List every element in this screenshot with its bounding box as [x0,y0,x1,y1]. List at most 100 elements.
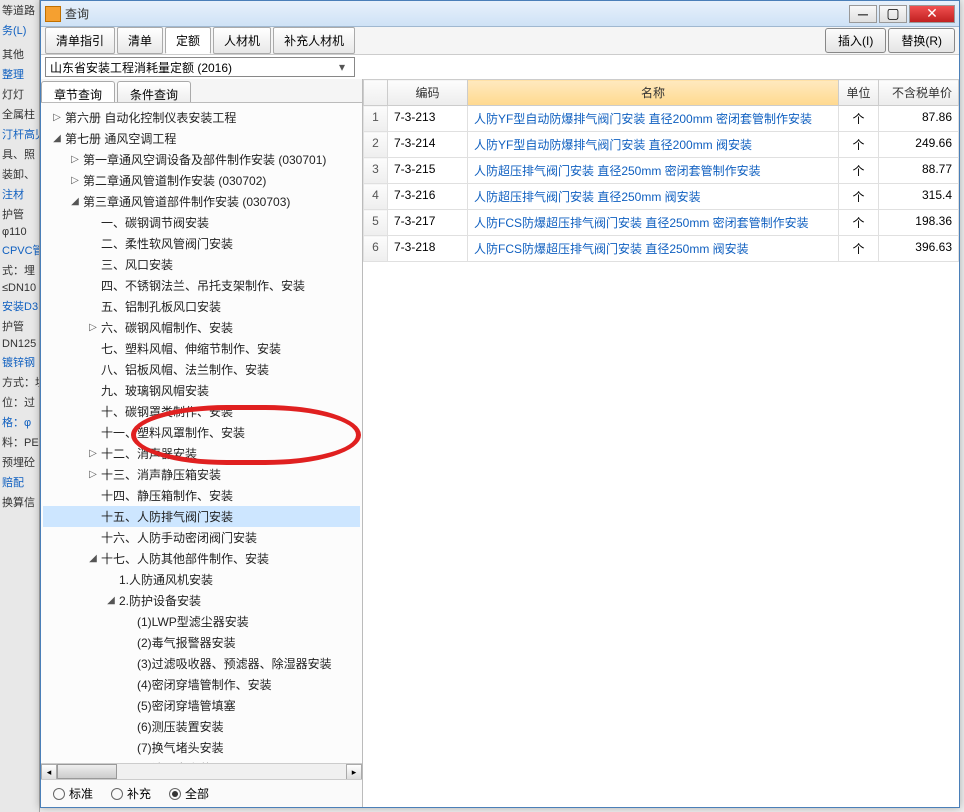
tree-bullet [87,532,99,544]
tree-view[interactable]: ▷第六册 自动化控制仪表安装工程◢第七册 通风空调工程▷第一章通风空调设备及部件… [41,103,362,763]
quota-dropdown[interactable]: 山东省安装工程消耗量定额 (2016) ▾ [45,57,355,77]
tree-item[interactable]: 一、碳钢调节阀安装 [43,212,360,233]
tree-item-label: (7)换气堵头安装 [137,739,224,756]
tree-item[interactable]: (1)LWP型滤尘器安装 [43,611,360,632]
tree-item[interactable]: ▷十三、消声静压箱安装 [43,464,360,485]
radio-option[interactable]: 补充 [111,785,151,802]
tree-item[interactable]: 十四、静压箱制作、安装 [43,485,360,506]
tree-item[interactable]: 二、柔性软风管阀门安装 [43,233,360,254]
tree-item[interactable]: (3)过滤吸收器、预滤器、除湿器安装 [43,653,360,674]
content-area: 章节查询条件查询 ▷第六册 自动化控制仪表安装工程◢第七册 通风空调工程▷第一章… [41,79,959,807]
left-partial-item: 整理 [0,64,39,84]
main-window: 查询 ─ ▢ ✕ 清单指引清单定额人材机补充人材机 插入(I) 替换(R) 山东… [40,0,960,808]
col-price[interactable]: 不含税单价 [879,80,959,106]
horizontal-scrollbar[interactable]: ◂ ▸ [41,763,362,779]
tree-item[interactable]: 1.人防通风机安装 [43,569,360,590]
chevron-down-icon: ▾ [334,60,350,74]
tree-item[interactable]: (2)毒气报警器安装 [43,632,360,653]
table-row[interactable]: 27-3-214人防YF型自动防爆排气阀门安装 直径200mm 阀安装个249.… [364,132,959,158]
expand-icon[interactable]: ▷ [51,112,63,124]
table-row[interactable]: 47-3-216人防超压排气阀门安装 直径250mm 阀安装个315.4 [364,184,959,210]
cell-code: 7-3-217 [388,210,468,236]
left-partial-item: 格：φ [0,412,39,432]
tree-item[interactable]: (7)换气堵头安装 [43,737,360,758]
app-icon [45,6,61,22]
toolbar-tab[interactable]: 清单指引 [45,27,115,54]
tree-item[interactable]: 五、铝制孔板风口安装 [43,296,360,317]
cell-name: 人防超压排气阀门安装 直径250mm 阀安装 [468,184,839,210]
collapse-icon[interactable]: ◢ [105,595,117,607]
tree-item[interactable]: 十、碳钢罩类制作、安装 [43,401,360,422]
tree-item[interactable]: (6)测压装置安装 [43,716,360,737]
tree-item-label: (6)测压装置安装 [137,718,224,735]
cell-name: 人防YF型自动防爆排气阀门安装 直径200mm 密闭套管制作安装 [468,106,839,132]
toolbar-tab[interactable]: 清单 [117,27,163,54]
tree-item[interactable]: ◢第三章通风管道部件制作安装 (030703) [43,191,360,212]
toolbar-tab[interactable]: 定额 [165,27,211,54]
expand-icon[interactable]: ▷ [69,175,81,187]
table-row[interactable]: 37-3-215人防超压排气阀门安装 直径250mm 密闭套管制作安装个88.7… [364,158,959,184]
tree-item-label: 十三、消声静压箱安装 [101,466,221,483]
tree-item[interactable]: 八、铝板风帽、法兰制作、安装 [43,359,360,380]
tree-bullet [87,259,99,271]
cell-unit: 个 [839,210,879,236]
minimize-button[interactable]: ─ [849,5,877,23]
tree-item[interactable]: ▷第六册 自动化控制仪表安装工程 [43,107,360,128]
table-row[interactable]: 67-3-218人防FCS防爆超压排气阀门安装 直径250mm 阀安装个396.… [364,236,959,262]
tree-item[interactable]: 三、风口安装 [43,254,360,275]
collapse-icon[interactable]: ◢ [87,553,99,565]
tree-item-label: 第六册 自动化控制仪表安装工程 [65,109,236,126]
toolbar-tab[interactable]: 补充人材机 [273,27,355,54]
expand-icon[interactable]: ▷ [87,322,99,334]
col-code[interactable]: 编码 [388,80,468,106]
tree-item[interactable]: 十五、人防排气阀门安装 [43,506,360,527]
tree-item[interactable]: (4)密闭穿墙管制作、安装 [43,674,360,695]
cell-price: 396.63 [879,236,959,262]
close-button[interactable]: ✕ [909,5,955,23]
tree-item-label: (2)毒气报警器安装 [137,634,236,651]
collapse-icon[interactable]: ◢ [69,196,81,208]
tree-item[interactable]: ◢第七册 通风空调工程 [43,128,360,149]
tree-item[interactable]: (8)波导窗安装 [43,758,360,763]
toolbar-tab[interactable]: 人材机 [213,27,271,54]
tree-item-label: 一、碳钢调节阀安装 [101,214,209,231]
tree-bullet [123,700,135,712]
expand-icon[interactable]: ▷ [87,448,99,460]
cell-unit: 个 [839,106,879,132]
tree-item[interactable]: ▷第一章通风空调设备及部件制作安装 (030701) [43,149,360,170]
maximize-button[interactable]: ▢ [879,5,907,23]
tree-item[interactable]: (5)密闭穿墙管填塞 [43,695,360,716]
tree-item[interactable]: 十一、塑料风罩制作、安装 [43,422,360,443]
scroll-left-button[interactable]: ◂ [41,764,57,780]
radio-option[interactable]: 全部 [169,785,209,802]
replace-button[interactable]: 替换(R) [888,28,955,53]
tree-item-label: 1.人防通风机安装 [119,571,213,588]
tree-item[interactable]: ▷十二、消声器安装 [43,443,360,464]
tree-item[interactable]: 七、塑料风帽、伸缩节制作、安装 [43,338,360,359]
tree-item[interactable]: ▷六、碳钢风帽制作、安装 [43,317,360,338]
insert-button[interactable]: 插入(I) [825,28,886,53]
sub-tab[interactable]: 条件查询 [117,81,191,102]
col-name[interactable]: 名称 [468,80,839,106]
col-rownum [364,80,388,106]
tree-item[interactable]: 四、不锈钢法兰、吊托支架制作、安装 [43,275,360,296]
scroll-right-button[interactable]: ▸ [346,764,362,780]
scrollbar-track[interactable] [57,764,346,779]
table-row[interactable]: 17-3-213人防YF型自动防爆排气阀门安装 直径200mm 密闭套管制作安装… [364,106,959,132]
sub-tab[interactable]: 章节查询 [41,81,115,102]
table-row[interactable]: 57-3-217人防FCS防爆超压排气阀门安装 直径250mm 密闭套管制作安装… [364,210,959,236]
results-table: 编码 名称 单位 不含税单价 17-3-213人防YF型自动防爆排气阀门安装 直… [363,79,959,262]
col-unit[interactable]: 单位 [839,80,879,106]
tree-item[interactable]: ▷第二章通风管道制作安装 (030702) [43,170,360,191]
tree-item[interactable]: 九、玻璃钢风帽安装 [43,380,360,401]
scrollbar-thumb[interactable] [57,764,117,779]
tree-item[interactable]: ◢十七、人防其他部件制作、安装 [43,548,360,569]
tree-item-label: 十六、人防手动密闭阀门安装 [101,529,257,546]
cell-name: 人防FCS防爆超压排气阀门安装 直径250mm 密闭套管制作安装 [468,210,839,236]
expand-icon[interactable]: ▷ [87,469,99,481]
tree-item[interactable]: 十六、人防手动密闭阀门安装 [43,527,360,548]
tree-item[interactable]: ◢2.防护设备安装 [43,590,360,611]
radio-option[interactable]: 标准 [53,785,93,802]
collapse-icon[interactable]: ◢ [51,133,63,145]
expand-icon[interactable]: ▷ [69,154,81,166]
